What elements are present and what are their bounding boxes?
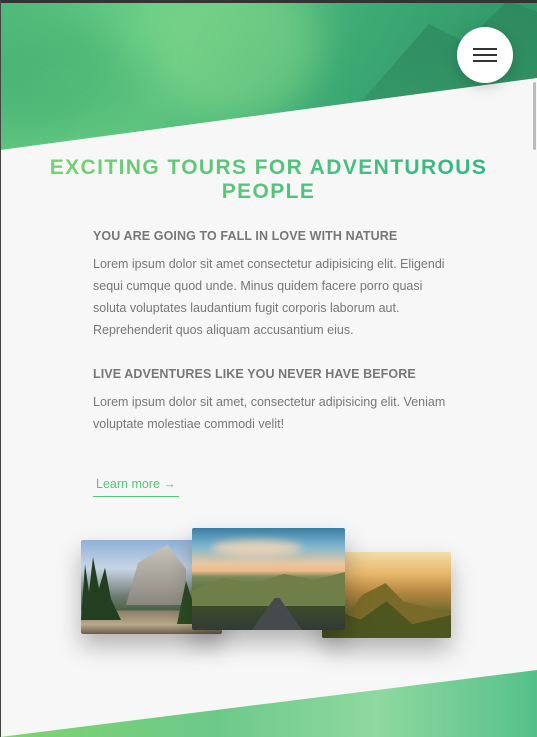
photo-cliff-shape: [126, 545, 186, 605]
hamburger-menu-icon: [473, 48, 497, 50]
hero-header-background: [0, 0, 537, 150]
section-title: EXCITING TOURS FOR ADVENTUROUS PEOPLE: [0, 156, 537, 204]
photo-trees-left: [81, 557, 121, 620]
section-heading-adventures: LIVE ADVENTURES LIKE YOU NEVER HAVE BEFO…: [93, 367, 416, 381]
hamburger-menu-icon-bar: [473, 60, 497, 62]
section-paragraph-nature: Lorem ipsum dolor sit amet consectetur a…: [93, 257, 445, 337]
learn-more-link[interactable]: Learn more →: [93, 477, 179, 497]
window-top-edge: [0, 0, 537, 3]
photo-sunset-cloud: [212, 540, 302, 556]
menu-button[interactable]: [457, 27, 513, 83]
features-section-top-edge: [0, 670, 537, 737]
hamburger-menu-icon-bar: [473, 54, 497, 56]
section-paragraph-adventures: Lorem ipsum dolor sit amet, consectetur …: [93, 395, 446, 431]
page-scrollbar[interactable]: [533, 82, 536, 150]
section-heading-nature: YOU ARE GOING TO FALL IN LOVE WITH NATUR…: [93, 229, 398, 243]
photo-hills: [192, 572, 345, 606]
hero-dark-blob: [0, 20, 140, 140]
window-left-edge: [0, 0, 1, 737]
hero-light-blob: [150, 0, 320, 120]
about-content: YOU ARE GOING TO FALL IN LOVE WITH NATUR…: [93, 229, 453, 435]
photo-cyclist-road[interactable]: [192, 528, 345, 630]
